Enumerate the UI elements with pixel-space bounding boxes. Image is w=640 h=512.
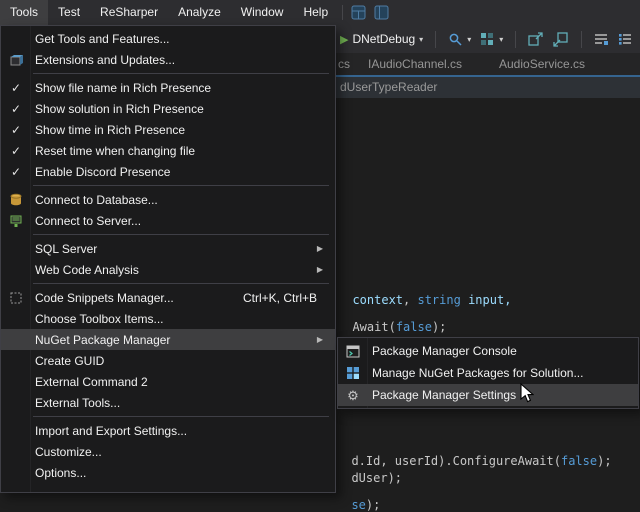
menu-item-show-file-name-rich-presence[interactable]: ✓ Show file name in Rich Presence — [1, 77, 335, 98]
search-icon — [448, 32, 463, 47]
grid-icon — [480, 32, 495, 47]
window-export-icon — [528, 32, 544, 47]
snippets-icon — [9, 291, 23, 305]
menu-separator — [33, 73, 329, 74]
check-icon: ✓ — [11, 123, 21, 137]
play-icon: ▶ — [340, 33, 348, 46]
submenu-item-package-manager-settings[interactable]: ⚙ Package Manager Settings — [338, 384, 638, 406]
numbered-list-icon — [618, 33, 633, 46]
menu-item-nuget-package-manager[interactable]: NuGet Package Manager ▶ — [1, 329, 335, 350]
menu-separator — [33, 283, 329, 284]
menubar-item-help[interactable]: Help — [293, 0, 338, 25]
menu-item-get-tools-and-features[interactable]: Get Tools and Features... — [1, 28, 335, 49]
window-import-icon — [553, 32, 569, 47]
chevron-down-icon: ▾ — [419, 35, 423, 44]
check-icon: ✓ — [11, 102, 21, 116]
tools-menu: Get Tools and Features... Extensions and… — [0, 25, 336, 493]
menu-separator — [33, 416, 329, 417]
menubar-item-analyze[interactable]: Analyze — [168, 0, 231, 25]
indent-list-button[interactable] — [618, 33, 633, 46]
check-icon: ✓ — [11, 81, 21, 95]
toolbar-separator — [581, 31, 582, 48]
submenu-arrow-icon: ▶ — [317, 244, 329, 253]
menu-item-import-and-export-settings[interactable]: Import and Export Settings... — [1, 420, 335, 441]
menubar-separator — [342, 5, 343, 20]
menu-item-customize[interactable]: Customize... — [1, 441, 335, 462]
menu-item-enable-discord-presence[interactable]: ✓ Enable Discord Presence — [1, 161, 335, 182]
menu-item-connect-to-database[interactable]: Connect to Database... — [1, 189, 335, 210]
submenu-arrow-icon: ▶ — [317, 265, 329, 274]
menu-item-external-command-2[interactable]: External Command 2 — [1, 371, 335, 392]
mouse-cursor — [520, 383, 534, 409]
menu-item-sql-server[interactable]: SQL Server ▶ — [1, 238, 335, 259]
window-grid-icon[interactable] — [351, 5, 366, 20]
grid-tool-button[interactable]: ▾ — [480, 32, 503, 47]
menubar-item-resharper[interactable]: ReSharper — [90, 0, 168, 25]
menu-separator — [33, 185, 329, 186]
menu-item-show-time-rich-presence[interactable]: ✓ Show time in Rich Presence — [1, 119, 335, 140]
menu-separator — [33, 234, 329, 235]
menu-item-options[interactable]: Options... — [1, 462, 335, 483]
menu-item-extensions-and-updates[interactable]: Extensions and Updates... — [1, 49, 335, 70]
code-line: context, string input, — [338, 279, 511, 307]
shortcut-label: Ctrl+K, Ctrl+B — [243, 291, 329, 305]
menu-item-reset-time-when-changing-file[interactable]: ✓ Reset time when changing file — [1, 140, 335, 161]
code-line: Await(false); — [338, 306, 446, 334]
pop-in-window-button[interactable] — [553, 32, 569, 47]
server-icon — [9, 214, 23, 228]
list-icon — [594, 33, 609, 46]
gear-icon: ⚙ — [347, 389, 359, 402]
submenu-item-manage-nuget-packages-for-solution[interactable]: Manage NuGet Packages for Solution... — [338, 362, 638, 384]
menu-item-code-snippets-manager[interactable]: Code Snippets Manager... Ctrl+K, Ctrl+B — [1, 287, 335, 308]
breadcrumb[interactable]: dUserTypeReader — [340, 77, 437, 98]
menu-bar: Tools Test ReSharper Analyze Window Help — [0, 0, 640, 25]
extensions-icon — [9, 53, 23, 67]
code-line: se); — [337, 484, 380, 512]
menu-item-create-guid[interactable]: Create GUID — [1, 350, 335, 371]
code-line: dUser); — [337, 457, 402, 485]
chevron-down-icon: ▾ — [499, 35, 503, 44]
submenu-item-package-manager-console[interactable]: Package Manager Console — [338, 340, 638, 362]
menubar-item-test[interactable]: Test — [48, 0, 90, 25]
menubar-item-tools[interactable]: Tools — [0, 0, 48, 25]
menu-item-web-code-analysis[interactable]: Web Code Analysis ▶ — [1, 259, 335, 280]
menubar-item-window[interactable]: Window — [231, 0, 294, 25]
menu-item-show-solution-rich-presence[interactable]: ✓ Show solution in Rich Presence — [1, 98, 335, 119]
panel-layout-icon[interactable] — [374, 5, 389, 20]
check-icon: ✓ — [11, 165, 21, 179]
console-icon — [346, 345, 360, 358]
nuget-packages-icon — [346, 366, 360, 380]
debug-target-label: DNetDebug — [352, 32, 415, 46]
sort-list-button[interactable] — [594, 33, 609, 46]
chevron-down-icon: ▾ — [467, 35, 471, 44]
toolbar-separator — [435, 31, 436, 48]
search-tool-button[interactable]: ▾ — [448, 32, 471, 47]
database-icon — [9, 193, 23, 207]
nuget-submenu: Package Manager Console Manage NuGet Pac… — [337, 337, 639, 409]
tab-partial[interactable]: cs — [338, 53, 350, 75]
check-icon: ✓ — [11, 144, 21, 158]
menu-item-external-tools[interactable]: External Tools... — [1, 392, 335, 413]
submenu-arrow-icon: ▶ — [317, 335, 329, 344]
start-debug-button[interactable]: ▶ DNetDebug ▾ — [340, 32, 423, 46]
tab-audioservice[interactable]: AudioService.cs — [499, 53, 585, 75]
menu-item-choose-toolbox-items[interactable]: Choose Toolbox Items... — [1, 308, 335, 329]
toolbar-separator — [515, 31, 516, 48]
pop-out-window-button[interactable] — [528, 32, 544, 47]
menu-item-connect-to-server[interactable]: Connect to Server... — [1, 210, 335, 231]
tab-iaudiochannel[interactable]: IAudioChannel.cs — [368, 53, 462, 75]
